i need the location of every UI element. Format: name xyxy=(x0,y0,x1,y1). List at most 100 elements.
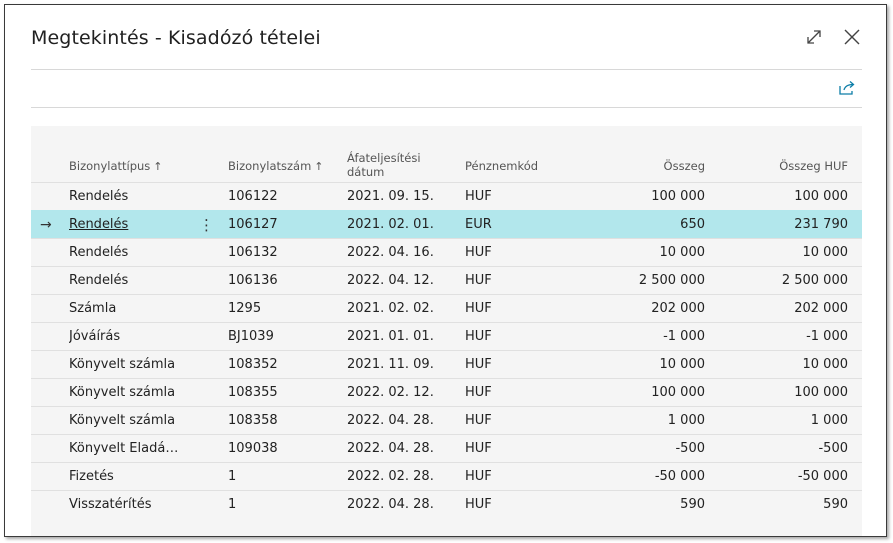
cell-vat-date: 2022. 04. 28. xyxy=(347,497,434,512)
column-header-vat-date[interactable]: Áfateljesítési dátum xyxy=(347,151,421,179)
row-menu-icon[interactable]: ⋮ xyxy=(199,211,214,239)
header-divider xyxy=(31,69,862,70)
table-row[interactable]: Számla 1295 2021. 02. 02. HUF 202 000 202 000 xyxy=(31,294,862,323)
cell-currency-code: HUF xyxy=(465,497,492,512)
column-header-currency-code[interactable]: Pénznemkód xyxy=(465,159,538,173)
entries-table: Bizonylattípus ↑ Bizonylatszám ↑ Áfateljes… xyxy=(31,126,862,536)
cell-amount-huf: 1 000 xyxy=(810,413,848,428)
column-header-amount[interactable]: Összeg xyxy=(591,159,705,173)
table-row[interactable]: → ⋮ Rendelés 106127 2021. 02. 01. EUR 650 231 7… xyxy=(31,210,862,239)
cell-document-number: 106127 xyxy=(228,217,278,232)
column-header-document-type[interactable]: Bizonylattípus ↑ xyxy=(69,159,163,174)
table-row[interactable]: Rendelés 106136 2022. 04. 12. HUF 2 500 000 2… xyxy=(31,266,862,295)
cell-document-type: Könyvelt számla xyxy=(69,357,176,372)
cell-vat-date: 2022. 02. 28. xyxy=(347,469,434,484)
cell-amount-huf: 100 000 xyxy=(794,385,848,400)
cell-amount-huf: 2 500 000 xyxy=(781,273,848,288)
cell-amount: -500 xyxy=(675,441,705,456)
current-row-arrow-icon: → xyxy=(40,217,52,233)
cell-amount: 10 000 xyxy=(659,245,706,260)
cell-vat-date: 2022. 02. 12. xyxy=(347,385,434,400)
dialog-header-actions xyxy=(802,25,864,49)
share-icon[interactable] xyxy=(838,80,858,98)
cell-document-type: Könyvelt számla xyxy=(69,385,176,400)
dialog: Megtekintés - Kisadózó tételei Bizonylat… xyxy=(4,4,887,537)
table-row[interactable]: Rendelés 106122 2021. 09. 15. HUF 100 000 100… xyxy=(31,182,862,211)
cell-vat-date: 2021. 11. 09. xyxy=(347,357,434,372)
table-row[interactable]: Könyvelt számla 108358 2022. 04. 28. HUF 1 0… xyxy=(31,406,862,435)
cell-currency-code: HUF xyxy=(465,441,492,456)
cell-document-type: Könyvelt Eladási... xyxy=(69,441,185,456)
cell-document-number: 109038 xyxy=(228,441,278,456)
cell-document-number: BJ1039 xyxy=(228,329,274,344)
cell-amount: 590 xyxy=(680,497,705,512)
cell-amount: 1 000 xyxy=(667,413,705,428)
cell-amount-huf: 202 000 xyxy=(794,301,848,316)
cell-document-number: 1 xyxy=(228,497,237,512)
cell-currency-code: EUR xyxy=(465,217,492,232)
cell-vat-date: 2021. 02. 01. xyxy=(347,217,434,232)
cell-amount-huf: 590 xyxy=(823,497,848,512)
table-row[interactable]: Könyvelt Eladási... 109038 2022. 04. 28. HU… xyxy=(31,434,862,463)
expand-icon[interactable] xyxy=(802,25,826,49)
column-header-amount-huf[interactable]: Összeg HUF xyxy=(731,159,848,173)
cell-amount: 2 500 000 xyxy=(638,273,705,288)
cell-vat-date: 2022. 04. 16. xyxy=(347,245,434,260)
cell-amount: -50 000 xyxy=(654,469,705,484)
cell-currency-code: HUF xyxy=(465,245,492,260)
cell-amount: 650 xyxy=(680,217,705,232)
sort-ascending-icon: ↑ xyxy=(153,160,163,173)
table-row[interactable]: Jóváírás BJ1039 2021. 01. 01. HUF -1 000 -1 0… xyxy=(31,322,862,351)
table-row[interactable]: Könyvelt számla 108355 2022. 02. 12. HUF 100… xyxy=(31,378,862,407)
cell-document-type: Fizetés xyxy=(69,469,114,484)
table-row[interactable]: Könyvelt számla 108352 2021. 11. 09. HUF 10 … xyxy=(31,350,862,379)
cell-document-number: 108358 xyxy=(228,413,278,428)
cell-amount-huf: 100 000 xyxy=(794,189,848,204)
cell-document-number: 106122 xyxy=(228,189,278,204)
cell-currency-code: HUF xyxy=(465,189,492,204)
cell-vat-date: 2022. 04. 12. xyxy=(347,273,434,288)
cell-vat-date: 2021. 09. 15. xyxy=(347,189,434,204)
cell-document-type: Számla xyxy=(69,301,117,316)
cell-currency-code: HUF xyxy=(465,329,492,344)
cell-currency-code: HUF xyxy=(465,273,492,288)
cell-amount: -1 000 xyxy=(663,329,705,344)
close-icon[interactable] xyxy=(840,25,864,49)
dialog-title: Megtekintés - Kisadózó tételei xyxy=(31,27,321,49)
cell-amount-huf: -50 000 xyxy=(797,469,848,484)
cell-document-number: 1295 xyxy=(228,301,262,316)
table-row[interactable]: Fizetés 1 2022. 02. 28. HUF -50 000 -50 000 xyxy=(31,462,862,491)
table-row[interactable]: Visszatérítés 1 2022. 04. 28. HUF 590 590 xyxy=(31,490,862,519)
toolbar-divider xyxy=(31,107,862,108)
cell-document-number: 106136 xyxy=(228,273,278,288)
cell-document-number: 1 xyxy=(228,469,237,484)
cell-document-number: 106132 xyxy=(228,245,278,260)
cell-vat-date: 2021. 02. 02. xyxy=(347,301,434,316)
cell-vat-date: 2022. 04. 28. xyxy=(347,441,434,456)
cell-amount: 10 000 xyxy=(659,357,706,372)
cell-vat-date: 2022. 04. 28. xyxy=(347,413,434,428)
cell-amount: 100 000 xyxy=(651,385,705,400)
cell-currency-code: HUF xyxy=(465,385,492,400)
cell-document-type: Könyvelt számla xyxy=(69,413,176,428)
cell-document-type: Visszatérítés xyxy=(69,497,152,512)
cell-amount-huf: 231 790 xyxy=(794,217,848,232)
sort-ascending-icon: ↑ xyxy=(314,160,324,173)
cell-document-type: Rendelés xyxy=(69,189,129,204)
cell-document-type[interactable]: Rendelés xyxy=(69,217,128,232)
cell-amount-huf: -1 000 xyxy=(806,329,848,344)
cell-document-number: 108352 xyxy=(228,357,278,372)
column-header-document-number[interactable]: Bizonylatszám ↑ xyxy=(228,159,324,174)
cell-document-type: Jóváírás xyxy=(69,329,121,344)
cell-currency-code: HUF xyxy=(465,413,492,428)
cell-document-type: Rendelés xyxy=(69,245,129,260)
cell-amount-huf: 10 000 xyxy=(802,245,849,260)
cell-currency-code: HUF xyxy=(465,469,492,484)
cell-vat-date: 2021. 01. 01. xyxy=(347,329,434,344)
cell-amount-huf: -500 xyxy=(818,441,848,456)
cell-currency-code: HUF xyxy=(465,301,492,316)
cell-document-number: 108355 xyxy=(228,385,278,400)
table-row[interactable]: Rendelés 106132 2022. 04. 16. HUF 10 000 10 0… xyxy=(31,238,862,267)
cell-amount-huf: 10 000 xyxy=(802,357,849,372)
table-header: Bizonylattípus ↑ Bizonylatszám ↑ Áfateljes… xyxy=(31,126,862,182)
